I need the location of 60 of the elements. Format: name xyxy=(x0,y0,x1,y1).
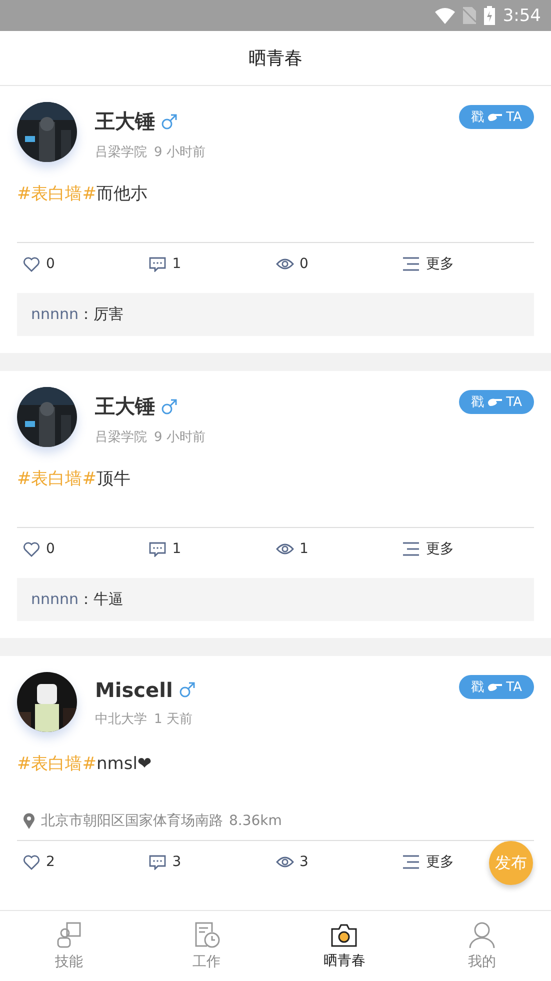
camera-icon xyxy=(330,922,358,948)
post-time: 9 小时前 xyxy=(154,429,206,446)
user-name: Miscell xyxy=(95,678,173,702)
heart-icon[interactable] xyxy=(23,256,40,272)
more-link[interactable]: 更多 xyxy=(426,853,454,871)
post-text: #表白墙#而他朩 xyxy=(17,183,148,206)
user-name: 王大锤 xyxy=(95,393,155,420)
school-name: 吕梁学院 xyxy=(95,429,147,446)
heart-icon[interactable] xyxy=(23,854,40,870)
post-time: 9 小时前 xyxy=(154,144,206,161)
person-icon xyxy=(468,921,496,949)
wifi-icon xyxy=(434,8,455,24)
puzzle-icon xyxy=(54,921,83,949)
comment-icon[interactable] xyxy=(149,542,166,556)
heart-icon[interactable] xyxy=(23,542,40,556)
no-sim-icon xyxy=(462,7,476,24)
comment-icon[interactable] xyxy=(149,256,166,272)
eye-icon xyxy=(276,543,294,555)
like-count: 0 xyxy=(46,541,55,557)
poke-button[interactable]: 戳 TA xyxy=(459,105,534,129)
view-count: 0 xyxy=(300,256,308,272)
comment-icon[interactable] xyxy=(149,854,166,870)
comment-count: 1 xyxy=(172,541,182,557)
eye-icon xyxy=(276,258,294,270)
comment-count: 1 xyxy=(172,256,182,272)
post-text: #表白墙#nmsl❤ xyxy=(17,753,153,776)
nav-tab[interactable]: 技能 xyxy=(0,911,138,981)
nav-tab[interactable]: 晒青春 xyxy=(276,911,414,981)
status-time: 3:54 xyxy=(502,6,541,26)
school-name: 吕梁学院 xyxy=(95,144,147,161)
like-count: 0 xyxy=(46,256,55,272)
location-text: 北京市朝阳区国家体育场南路 xyxy=(41,812,223,830)
post-time: 1 天前 xyxy=(154,711,192,728)
poke-button[interactable]: 戳 TA xyxy=(459,675,534,699)
male-icon xyxy=(161,114,177,130)
eye-icon xyxy=(276,856,294,868)
document-clock-icon xyxy=(192,921,221,949)
post-text: #表白墙#顶牛 xyxy=(17,468,132,491)
male-icon xyxy=(161,398,177,414)
more-link[interactable]: 更多 xyxy=(426,540,454,558)
menu-icon[interactable] xyxy=(402,257,420,271)
location-pin-icon xyxy=(23,813,35,829)
battery-charging-icon xyxy=(484,6,495,25)
distance-text: 8.36km xyxy=(229,813,282,829)
nav-tab[interactable]: 工作 xyxy=(138,911,276,981)
comment-text: nnnnn：牛逼 xyxy=(17,578,534,621)
menu-icon[interactable] xyxy=(402,542,420,556)
menu-icon[interactable] xyxy=(402,855,420,869)
like-count: 2 xyxy=(46,854,55,870)
view-count: 3 xyxy=(300,854,308,870)
page-title: 晒青春 xyxy=(248,47,302,70)
more-link[interactable]: 更多 xyxy=(426,255,454,273)
nav-tab[interactable]: 我的 xyxy=(413,911,551,981)
school-name: 中北大学 xyxy=(95,711,147,728)
comment-text: nnnnn：厉害 xyxy=(17,293,534,336)
user-name: 王大锤 xyxy=(95,108,155,135)
comment-count: 3 xyxy=(172,854,182,870)
view-count: 1 xyxy=(300,541,308,557)
poke-button[interactable]: 戳 TA xyxy=(459,390,534,414)
male-icon xyxy=(178,682,195,698)
